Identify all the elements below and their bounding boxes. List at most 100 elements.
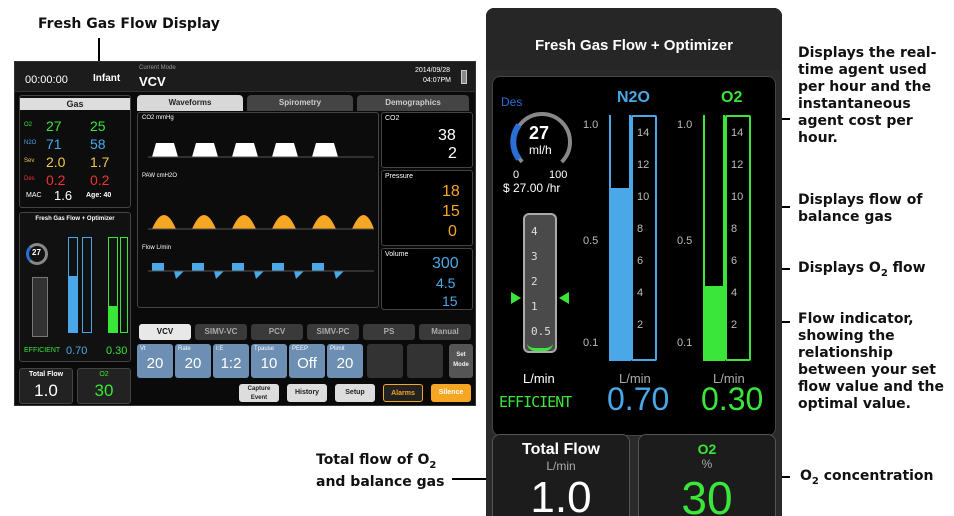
tab-demographics[interactable]: Demographics [357,95,469,111]
mini-o2-pct-value: 30 [94,381,114,400]
n2o-scale-tick: 4 [637,287,644,299]
fgf-optimizer-panel: Fresh Gas Flow + Optimizer Des 27 ml/h 0… [486,8,782,516]
o2-tube [703,115,725,361]
mini-efficient: EFFICIENT [24,347,61,354]
mini-pressure-title: Pressure [385,173,414,180]
flow-indicator-green-arc [527,343,553,351]
mini-screen: 00:00:00 Infant Current Mode VCV 2014/09… [14,61,476,406]
o2-flow-value: 0.30 [701,381,764,417]
mini-header: 00:00:00 Infant Current Mode VCV 2014/09… [15,62,475,92]
total-flow-box[interactable]: Total Flow L/min 1.0 [492,434,630,516]
gauge-max: 100 [549,169,568,181]
indicator-unit: L/min [523,371,555,386]
mini-patient[interactable]: Infant [93,73,120,84]
mini-plat: 15 [442,203,460,220]
o2-scale-tick: 10 [731,191,744,203]
battery-icon [461,70,467,84]
gas-row-exp: 1.7 [90,154,110,170]
setup-button[interactable]: Setup [335,384,375,402]
mode-tab[interactable]: SIMV-VC [195,324,247,340]
mini-o2-pct-label: O2 [99,371,109,378]
o2-flow-bar [705,285,723,359]
n2o-label: N2O [617,89,650,106]
n2o-scale-tick: 12 [637,159,650,171]
gas-row-name: O2 [24,122,33,128]
o2flow-text: Displays O [798,260,881,276]
agent-callout: Displays the real-time agent used per ho… [798,45,937,146]
mode-tab[interactable]: PS [363,324,415,340]
n2o-left-scale: 0.1 [583,337,599,349]
mini-indicator [32,277,48,337]
mini-n2o-tube [68,237,78,333]
agent-unit: ml/h [529,143,552,157]
n2o-left-scale: 0.5 [583,235,599,247]
param-button[interactable]: Vt 20 [137,344,173,378]
history-button[interactable]: History [287,384,327,402]
mini-fgf-panel[interactable]: Fresh Gas Flow + Optimizer 27 EFFICIENT … [19,212,131,362]
indicator-tick-label: 1 [531,300,538,313]
param-value: Off [297,355,317,372]
mini-waveforms [148,143,374,279]
n2o-scale-tick: 2 [637,319,644,331]
alarms-button[interactable]: Alarms [383,384,423,402]
indicator-tick-label: 4 [531,225,538,238]
o2-label: O2 [721,89,743,106]
param-button[interactable]: Rate 20 [175,344,211,378]
o2-left-scale: 0.1 [677,337,693,349]
mini-o2-value: 0.30 [106,345,128,357]
gauge-min: 0 [513,169,520,181]
capture-event-button[interactable]: Capture Event [239,384,279,402]
param-button[interactable]: Tpause 10 [251,344,287,378]
gas-row-name: Des [24,176,35,182]
o2-pct-unit: % [701,457,713,471]
mode-tab[interactable]: VCV [139,324,191,340]
o2-scale-tick: 6 [731,255,738,267]
o2flow-suffix: flow [887,260,926,276]
mode-tab[interactable]: SIMV-PC [307,324,359,340]
mini-total-flow-value: 1.0 [34,381,58,400]
gas-row-insp: 71 [46,136,62,152]
n2o-scale-tick: 8 [637,223,644,235]
n2o-tube [609,115,631,361]
o2-left-scale: 1.0 [677,119,693,131]
indicator-tick-label: 3 [531,250,538,263]
flow-indicator-left-marker [511,292,521,304]
mode-tab[interactable]: PCV [251,324,303,340]
mini-mac-label: MAC [26,192,42,199]
o2-concentration-box[interactable]: O2 % 30 [638,434,776,516]
gas-row-exp: 25 [90,118,106,134]
mini-title-callout: Fresh Gas Flow Display [38,16,220,32]
mini-timer[interactable]: 00:00:00 [25,74,68,86]
total-flow-value: 1.0 [530,473,592,516]
o2-pct-label: O2 [697,441,717,457]
o2-scale [725,115,751,361]
param-empty-slot [367,344,403,378]
mini-waveform-area: CO2 mmHg PAW cmH2O Flow L/min [137,112,379,308]
param-button[interactable]: Plimit 20 [327,344,363,378]
n2o-scale-tick: 10 [637,191,650,203]
set-mode-button[interactable]: Set Mode [449,344,473,378]
param-empty-slot [407,344,443,378]
param-button[interactable]: I:E 1:2 [213,344,249,378]
indicator-callout: Flow indicator, showing the relationship… [798,311,944,412]
tab-waveforms[interactable]: Waveforms [137,95,243,111]
mini-gas-panel: Gas O2 27 25 N2O 71 58 Sev 2.0 1.7 Des 0.2 0.2 MAC … [19,95,131,208]
mini-o2-pct[interactable]: O2 30 [77,368,131,404]
mini-total-flow-label: Total Flow [28,371,64,378]
silence-button[interactable]: Silence [431,384,471,402]
agent-cost: $ 27.00 /hr [503,181,561,195]
mini-co2-fi: 2 [448,145,457,162]
tab-spirometry[interactable]: Spirometry [247,95,353,111]
mini-volume-title: Volume [385,251,409,258]
o2flow-callout: Displays O2 flow [798,260,948,282]
param-button[interactable]: PEEP Off [289,344,325,378]
total-flow-label: Total Flow [522,441,600,458]
param-value: 1:2 [220,355,242,372]
n2o-flow-bar [611,188,629,359]
mini-total-flow[interactable]: Total Flow 1.0 [19,368,73,404]
mode-tab[interactable]: Manual [419,324,471,340]
param-label: PEEP [292,346,309,352]
o2-left-scale: 0.5 [677,235,693,247]
gas-row-insp: 2.0 [46,154,66,170]
mini-peep: 0 [448,223,457,240]
